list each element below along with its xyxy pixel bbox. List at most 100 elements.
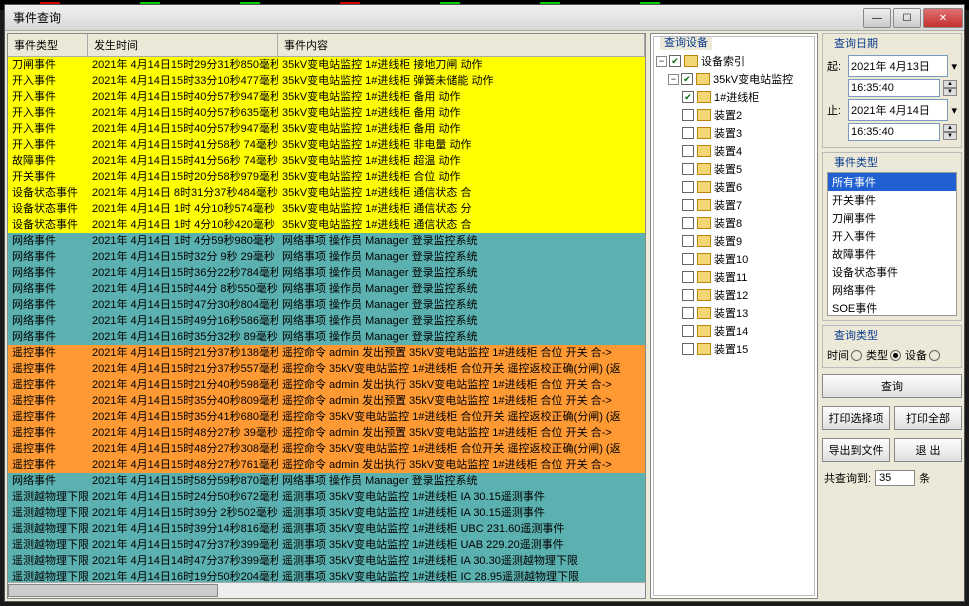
close-button[interactable]: ✕ <box>923 8 963 28</box>
event-row[interactable]: 遥控事件2021年 4月14日15时35分41秒680毫秒遥控命令 35kV变电… <box>8 409 645 425</box>
event-row[interactable]: 遥控事件2021年 4月14日15时35分40秒809毫秒遥控命令 admin … <box>8 393 645 409</box>
event-row[interactable]: 遥测越物理下限2021年 4月14日15时39分14秒816毫秒遥测事项 35k… <box>8 521 645 537</box>
event-row[interactable]: 网络事件2021年 4月14日15时58分59秒870毫秒网络事项 操作员 Ma… <box>8 473 645 489</box>
event-type-option[interactable]: 设备状态事件 <box>828 263 956 281</box>
checkbox[interactable] <box>682 145 694 157</box>
spin-down-icon[interactable]: ▼ <box>943 88 957 96</box>
tree-device-item[interactable]: 装置4 <box>654 142 814 160</box>
spin-up-icon[interactable]: ▲ <box>943 124 957 132</box>
tree-device-item[interactable]: 装置5 <box>654 160 814 178</box>
event-row[interactable]: 网络事件2021年 4月14日16时35分32秒 89毫秒网络事项 操作员 Ma… <box>8 329 645 345</box>
event-row[interactable]: 开入事件2021年 4月14日15时40分57秒635毫秒35kV变电站监控 1… <box>8 105 645 121</box>
event-row[interactable]: 遥测越物理下限2021年 4月14日16时19分50秒204毫秒遥测事项 35k… <box>8 569 645 582</box>
tree-device-item[interactable]: 装置3 <box>654 124 814 142</box>
event-type-option[interactable]: SOE事件 <box>828 299 956 316</box>
checkbox[interactable] <box>682 127 694 139</box>
minimize-button[interactable]: — <box>863 8 891 28</box>
event-row[interactable]: 网络事件2021年 4月14日15时44分 8秒550毫秒网络事项 操作员 Ma… <box>8 281 645 297</box>
tree-device-item[interactable]: 装置14 <box>654 322 814 340</box>
event-type-option[interactable]: 刀闸事件 <box>828 209 956 227</box>
event-row[interactable]: 开入事件2021年 4月14日15时40分57秒947毫秒35kV变电站监控 1… <box>8 121 645 137</box>
event-type-option[interactable]: 所有事件 <box>828 173 956 191</box>
event-row[interactable]: 遥测越物理下限2021年 4月14日15时24分50秒672毫秒遥测事项 35k… <box>8 489 645 505</box>
checkbox[interactable] <box>682 343 694 355</box>
tree-device-item[interactable]: 装置11 <box>654 268 814 286</box>
event-row[interactable]: 网络事件2021年 4月14日15时36分22秒784毫秒网络事项 操作员 Ma… <box>8 265 645 281</box>
col-content[interactable]: 事件内容 <box>278 34 645 56</box>
checkbox[interactable] <box>682 109 694 121</box>
tree-device-item[interactable]: 装置13 <box>654 304 814 322</box>
tree-device-item[interactable]: 装置12 <box>654 286 814 304</box>
checkbox[interactable] <box>682 199 694 211</box>
radio-类型[interactable] <box>890 350 901 361</box>
export-button[interactable]: 导出到文件 <box>822 438 890 462</box>
horizontal-scrollbar[interactable] <box>8 582 645 598</box>
col-time[interactable]: 发生时间 <box>88 34 278 56</box>
event-row[interactable]: 网络事件2021年 4月14日15时49分16秒586毫秒网络事项 操作员 Ma… <box>8 313 645 329</box>
event-row[interactable]: 遥控事件2021年 4月14日15时48分27秒 39毫秒遥控命令 admin … <box>8 425 645 441</box>
spin-down-icon[interactable]: ▼ <box>943 132 957 140</box>
event-row[interactable]: 开入事件2021年 4月14日15时40分57秒947毫秒35kV变电站监控 1… <box>8 89 645 105</box>
radio-时间[interactable] <box>851 350 862 361</box>
tree-device-item[interactable]: 装置9 <box>654 232 814 250</box>
event-row[interactable]: 设备状态事件2021年 4月14日 1时 4分10秒420毫秒35kV变电站监控… <box>8 217 645 233</box>
checkbox[interactable] <box>682 235 694 247</box>
tree-device-item[interactable]: 1#进线柜 <box>654 88 814 106</box>
tree-device-item[interactable]: 装置6 <box>654 178 814 196</box>
event-row[interactable]: 遥控事件2021年 4月14日15时48分27秒761毫秒遥控命令 admin … <box>8 457 645 473</box>
expand-icon[interactable]: − <box>656 56 667 67</box>
query-button[interactable]: 查询 <box>822 374 962 398</box>
tree-device-item[interactable]: 装置2 <box>654 106 814 124</box>
maximize-button[interactable]: ☐ <box>893 8 921 28</box>
event-row[interactable]: 遥控事件2021年 4月14日15时21分40秒598毫秒遥控命令 admin … <box>8 377 645 393</box>
event-type-option[interactable]: 故障事件 <box>828 245 956 263</box>
checkbox[interactable] <box>682 217 694 229</box>
event-row[interactable]: 遥控事件2021年 4月14日15时21分37秒557毫秒遥控命令 35kV变电… <box>8 361 645 377</box>
tree-device-item[interactable]: 装置7 <box>654 196 814 214</box>
to-date-input[interactable]: 2021年 4月14日 <box>848 99 948 121</box>
event-row[interactable]: 设备状态事件2021年 4月14日 8时31分37秒484毫秒35kV变电站监控… <box>8 185 645 201</box>
from-date-input[interactable]: 2021年 4月13日 <box>848 55 948 77</box>
event-row[interactable]: 遥测越物理下限2021年 4月14日15时47分37秒399毫秒遥测事项 35k… <box>8 537 645 553</box>
spin-up-icon[interactable]: ▲ <box>943 80 957 88</box>
event-row[interactable]: 故障事件2021年 4月14日15时41分56秒 74毫秒35kV变电站监控 1… <box>8 153 645 169</box>
radio-设备[interactable] <box>929 350 940 361</box>
event-row[interactable]: 开关事件2021年 4月14日15时20分58秒979毫秒35kV变电站监控 1… <box>8 169 645 185</box>
col-type[interactable]: 事件类型 <box>8 34 88 56</box>
event-row[interactable]: 设备状态事件2021年 4月14日 1时 4分10秒574毫秒35kV变电站监控… <box>8 201 645 217</box>
event-row[interactable]: 遥测越物理下限2021年 4月14日15时39分 2秒502毫秒遥测事项 35k… <box>8 505 645 521</box>
checkbox[interactable] <box>681 73 693 85</box>
checkbox[interactable] <box>682 163 694 175</box>
event-row[interactable]: 遥控事件2021年 4月14日15时21分37秒138毫秒遥控命令 admin … <box>8 345 645 361</box>
event-type-option[interactable]: 开关事件 <box>828 191 956 209</box>
from-time-input[interactable]: 16:35:40 <box>848 79 940 97</box>
checkbox[interactable] <box>682 307 694 319</box>
dropdown-icon[interactable]: ▾ <box>951 104 957 117</box>
checkbox[interactable] <box>682 271 694 283</box>
checkbox[interactable] <box>682 91 694 103</box>
print-selection-button[interactable]: 打印选择项 <box>822 406 890 430</box>
tree-device-item[interactable]: 装置10 <box>654 250 814 268</box>
checkbox[interactable] <box>669 55 681 67</box>
event-row[interactable]: 网络事件2021年 4月14日15时32分 9秒 29毫秒网络事项 操作员 Ma… <box>8 249 645 265</box>
dropdown-icon[interactable]: ▾ <box>951 60 957 73</box>
event-row[interactable]: 开入事件2021年 4月14日15时41分58秒 74毫秒35kV变电站监控 1… <box>8 137 645 153</box>
to-time-input[interactable]: 16:35:40 <box>848 123 940 141</box>
event-type-option[interactable]: 开入事件 <box>828 227 956 245</box>
checkbox[interactable] <box>682 325 694 337</box>
event-row[interactable]: 遥测越物理下限2021年 4月14日14时47分37秒399毫秒遥测事项 35k… <box>8 553 645 569</box>
checkbox[interactable] <box>682 289 694 301</box>
event-type-list[interactable]: 所有事件开关事件刀闸事件开入事件故障事件设备状态事件网络事件SOE事件遥控事件开… <box>827 172 957 316</box>
tree-device-item[interactable]: 装置8 <box>654 214 814 232</box>
tree-device-item[interactable]: 装置15 <box>654 340 814 358</box>
tree-sub[interactable]: − 35kV变电站监控 <box>654 70 814 88</box>
event-row[interactable]: 刀闸事件2021年 4月14日15时29分31秒850毫秒35kV变电站监控 1… <box>8 57 645 73</box>
checkbox[interactable] <box>682 181 694 193</box>
scrollbar-thumb[interactable] <box>8 584 218 597</box>
event-body[interactable]: 刀闸事件2021年 4月14日15时29分31秒850毫秒35kV变电站监控 1… <box>8 57 645 582</box>
event-row[interactable]: 网络事件2021年 4月14日15时47分30秒804毫秒网络事项 操作员 Ma… <box>8 297 645 313</box>
print-all-button[interactable]: 打印全部 <box>894 406 962 430</box>
event-type-option[interactable]: 网络事件 <box>828 281 956 299</box>
expand-icon[interactable]: − <box>668 74 679 85</box>
tree-root[interactable]: − 设备索引 <box>654 52 814 70</box>
